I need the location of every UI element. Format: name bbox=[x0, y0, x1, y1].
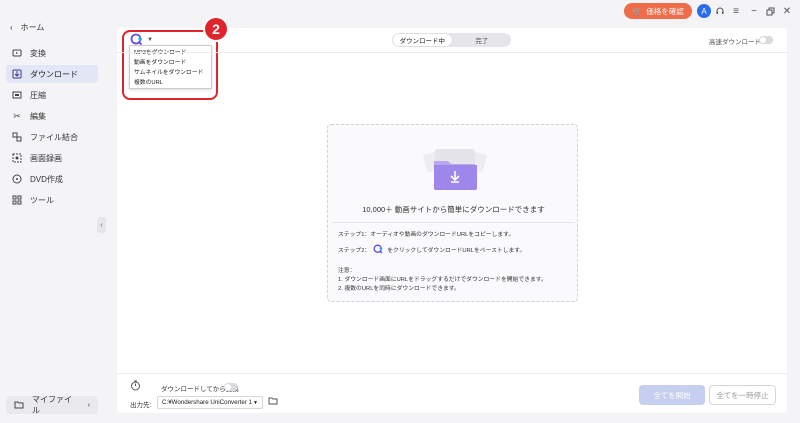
convert-after-download-toggle[interactable] bbox=[224, 383, 238, 391]
sidebar-item-convert[interactable]: 変換 bbox=[6, 44, 98, 62]
step-1-label: ステップ1：オーディオや動画のダウンロードURLをコピーします。 bbox=[338, 232, 515, 238]
link-download-icon bbox=[373, 244, 383, 254]
sidebar-collapse-handle[interactable]: ‹ bbox=[97, 217, 106, 233]
tab-downloading[interactable]: ダウンロード中 bbox=[393, 34, 452, 46]
scissors-icon: ✂ bbox=[13, 110, 21, 121]
sidebar-item-compress[interactable]: 圧縮 bbox=[6, 86, 98, 104]
step-2-prefix: ステップ2： bbox=[338, 248, 371, 254]
close-icon[interactable]: ✕ bbox=[780, 4, 794, 18]
step-2-suffix: をクリックしてダウンロードURLをペーストします。 bbox=[387, 248, 526, 254]
folder-download-icon bbox=[421, 149, 489, 193]
sidebar-item-tools[interactable]: ツール bbox=[6, 191, 98, 209]
sidebar-item-label: 変換 bbox=[30, 48, 46, 58]
sidebar-item-label: DVD作成 bbox=[30, 174, 63, 184]
sidebar-item-label: 圧縮 bbox=[30, 90, 46, 100]
sidebar-item-dvd[interactable]: DVD作成 bbox=[6, 170, 98, 188]
sidebar-item-label: 編集 bbox=[30, 111, 46, 121]
convert-icon bbox=[12, 48, 22, 58]
divider bbox=[332, 222, 575, 223]
divider bbox=[117, 373, 787, 374]
sidebar-item-merge[interactable]: ファイル結合 bbox=[6, 128, 98, 146]
download-icon bbox=[12, 69, 22, 79]
sidebar: ‹ ホーム 変換 ダウンロード 圧縮 ✂ 編集 ファイル結合 画面録画 DVD作… bbox=[0, 0, 104, 423]
sidebar-item-label: ファイル結合 bbox=[30, 132, 78, 142]
sidebar-item-label: 画面録画 bbox=[30, 153, 62, 163]
output-path-select[interactable]: C:¥Wondershare UniConverter 1 ▼ bbox=[157, 396, 263, 409]
sidebar-item-screen-record[interactable]: 画面録画 bbox=[6, 149, 98, 167]
highlight-annotation bbox=[122, 30, 218, 100]
pause-all-button[interactable]: 全てを一時停止 bbox=[709, 385, 776, 405]
chevron-down-icon: ▼ bbox=[253, 399, 258, 406]
chevron-left-icon: ‹ bbox=[10, 23, 13, 32]
cart-icon: 🛒 bbox=[632, 6, 643, 16]
sidebar-item-download[interactable]: ダウンロード bbox=[6, 65, 98, 83]
restore-icon[interactable] bbox=[763, 4, 777, 18]
tab-completed[interactable]: 完了 bbox=[453, 33, 512, 47]
my-files-label: マイファイル bbox=[32, 395, 72, 415]
menu-icon[interactable]: ≡ bbox=[729, 4, 743, 18]
tab-bar: ダウンロード中 完了 bbox=[392, 33, 511, 47]
output-path-value: C:¥Wondershare UniConverter 1 bbox=[162, 399, 252, 406]
check-price-button[interactable]: 🛒 価格を確認 bbox=[624, 3, 692, 19]
dvd-icon bbox=[12, 174, 22, 184]
compress-icon bbox=[12, 90, 22, 100]
step-1-text: ステップ1：オーディオや動画のダウンロードURLをコピーします。 bbox=[338, 229, 514, 238]
tools-icon bbox=[12, 195, 22, 205]
chevron-right-icon: › bbox=[87, 401, 90, 409]
note-1: 1. ダウンロード画面にURLをドラッグするだけでダウンロードを開始できます。 bbox=[338, 277, 547, 283]
sidebar-item-label: ツール bbox=[30, 195, 54, 205]
drop-zone-card[interactable]: 10,000＋ 動画サイトから簡単にダウンロードできます ステップ1：オーディオ… bbox=[327, 124, 578, 302]
output-label: 出力先: bbox=[130, 402, 152, 409]
merge-icon bbox=[12, 132, 22, 142]
my-files-button[interactable]: マイファイル › bbox=[6, 395, 98, 415]
sidebar-item-edit[interactable]: ✂ 編集 bbox=[6, 107, 98, 125]
open-folder-icon[interactable] bbox=[268, 396, 278, 407]
main-panel: ▼ MP3をダウンロード 動画をダウンロード サムネイルをダウンロード 複数のU… bbox=[117, 16, 787, 413]
home-link[interactable]: ‹ ホーム bbox=[10, 22, 44, 33]
minimize-icon[interactable]: − bbox=[747, 4, 761, 18]
high-speed-toggle[interactable] bbox=[759, 36, 773, 44]
timer-icon[interactable] bbox=[130, 380, 141, 393]
note-title: 注意： bbox=[338, 268, 356, 274]
high-speed-label: 高速ダウンロード bbox=[709, 39, 761, 46]
note-2: 2. 複数のURLを同時にダウンロードできます。 bbox=[338, 286, 460, 292]
screen-record-icon bbox=[12, 153, 22, 163]
folder-icon bbox=[14, 400, 24, 411]
check-price-label: 価格を確認 bbox=[646, 6, 684, 16]
divider bbox=[117, 52, 787, 53]
title-bar: 🛒 価格を確認 A ≡ − ✕ bbox=[0, 0, 800, 22]
step-2-text: ステップ2： をクリックしてダウンロードURLをペーストします。 bbox=[338, 244, 525, 255]
card-title: 10,000＋ 動画サイトから簡単にダウンロードできます bbox=[362, 205, 545, 214]
home-label: ホーム bbox=[20, 23, 45, 32]
headset-icon[interactable] bbox=[713, 4, 727, 18]
step-badge: 2 bbox=[203, 16, 229, 42]
start-all-button[interactable]: 全てを開始 bbox=[639, 385, 705, 405]
sidebar-item-label: ダウンロード bbox=[30, 69, 78, 79]
avatar[interactable]: A bbox=[697, 4, 711, 18]
